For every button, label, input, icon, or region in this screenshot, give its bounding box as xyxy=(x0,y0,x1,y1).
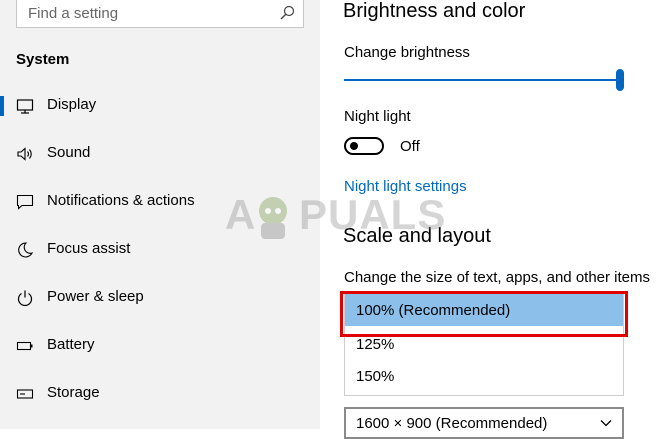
resolution-dropdown[interactable]: 1600 × 900 (Recommended) xyxy=(344,407,624,439)
sidebar-item-label: Storage xyxy=(47,384,100,401)
display-icon xyxy=(16,99,34,114)
search-icon[interactable] xyxy=(279,5,295,21)
night-light-state: Off xyxy=(400,138,420,155)
sidebar-item-battery[interactable]: Battery xyxy=(0,326,320,366)
search-input[interactable]: Find a setting xyxy=(28,5,118,22)
speaker-icon xyxy=(17,147,32,161)
notification-icon xyxy=(16,194,34,210)
sidebar-item-display[interactable]: Display xyxy=(0,86,320,126)
battery-icon xyxy=(16,341,33,351)
moon-icon xyxy=(18,242,34,258)
brightness-slider-track[interactable] xyxy=(344,79,620,81)
search-box[interactable]: Find a setting xyxy=(16,0,304,28)
sidebar-item-label: Notifications & actions xyxy=(47,192,195,209)
scale-option-150[interactable]: 150% xyxy=(345,360,623,392)
brightness-heading: Brightness and color xyxy=(343,0,526,22)
sidebar-item-label: Battery xyxy=(47,336,95,353)
sidebar-item-label: Display xyxy=(47,96,97,113)
sidebar-item-sound[interactable]: Sound xyxy=(0,134,320,174)
change-brightness-label: Change brightness xyxy=(344,44,470,61)
watermark-text: A xyxy=(225,191,257,238)
sidebar-item-label: Power & sleep xyxy=(47,288,144,305)
storage-icon xyxy=(16,389,34,399)
selection-indicator xyxy=(0,96,4,116)
chevron-down-icon xyxy=(600,420,612,427)
night-light-label: Night light xyxy=(344,108,411,125)
highlight-annotation xyxy=(340,291,628,337)
power-icon xyxy=(17,290,33,307)
toggle-knob xyxy=(350,142,358,150)
option-label: 125% xyxy=(356,336,395,353)
section-title: System xyxy=(16,51,70,68)
sidebar-item-power-sleep[interactable]: Power & sleep xyxy=(0,278,320,318)
sidebar-item-label: Focus assist xyxy=(47,240,131,257)
watermark-text-rest: PUALS xyxy=(299,191,447,238)
scale-label: Change the size of text, apps, and other… xyxy=(344,269,651,286)
watermark-logo: A PUALS xyxy=(225,185,445,245)
option-label: 150% xyxy=(356,368,395,385)
sidebar-item-storage[interactable]: Storage xyxy=(0,374,320,414)
brightness-slider-thumb[interactable] xyxy=(616,69,624,91)
sidebar-item-label: Sound xyxy=(47,144,91,161)
resolution-value: 1600 × 900 (Recommended) xyxy=(356,415,548,432)
night-light-toggle[interactable] xyxy=(344,137,384,155)
